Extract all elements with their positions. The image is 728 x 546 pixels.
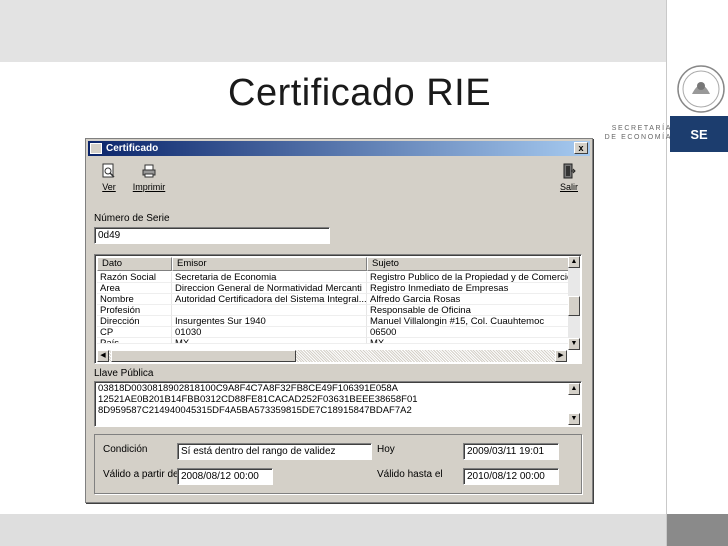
grid-cell: Manuel Villalongin #15, Col. Cuauhtemoc <box>367 316 572 327</box>
public-key-line: 8D959587C214940045315DF4A5BA573359815DE7… <box>98 405 412 416</box>
salir-label: Salir <box>559 182 578 192</box>
ver-button[interactable]: Ver <box>92 163 126 203</box>
grid-cell: Razón Social <box>97 272 172 283</box>
grid-cell: 01030 <box>172 327 367 338</box>
scroll-down-icon[interactable]: ▼ <box>568 413 580 425</box>
grid-cell: CP <box>97 327 172 338</box>
public-key-textarea[interactable]: 03818D0030818902818100C9A8F4C7A8F32FB8CE… <box>94 381 582 427</box>
close-button[interactable]: x <box>574 142 588 154</box>
condition-label: Condición <box>103 444 148 455</box>
exit-door-icon <box>563 163 576 179</box>
valid-from-label: Válido a partir de <box>103 469 179 480</box>
scroll-thumb[interactable] <box>111 350 296 362</box>
grid-cell: Insurgentes Sur 1940 <box>172 316 367 327</box>
ver-label: Ver <box>102 182 116 192</box>
grid-cell: Secretaria de Economia <box>172 272 367 283</box>
table-row[interactable]: País MX MX <box>97 338 572 344</box>
window-title: Certificado <box>106 143 159 154</box>
certificate-data-grid[interactable]: Dato Emisor Sujeto Razón Social Secretar… <box>94 254 582 364</box>
condition-field: Sí está dentro del rango de validez <box>177 443 372 460</box>
imprimir-button[interactable]: Imprimir <box>132 163 166 203</box>
grid-header-emisor[interactable]: Emisor <box>172 257 367 271</box>
ministry-line-2: DE ECONOMÍA <box>604 134 672 141</box>
ministry-wordmark: SECRETARÍA DE ECONOMÍA <box>600 124 672 142</box>
ministry-line-1: SECRETARÍA <box>611 125 672 132</box>
scroll-thumb[interactable] <box>568 296 580 316</box>
grid-cell: Registro Inmediato de Empresas <box>367 283 572 294</box>
salir-button[interactable]: Salir <box>552 163 586 203</box>
today-label: Hoy <box>377 444 395 455</box>
national-seal-icon <box>677 65 725 113</box>
table-row[interactable]: Dirección Insurgentes Sur 1940 Manuel Vi… <box>97 316 572 327</box>
window-titlebar[interactable]: Certificado x <box>88 141 590 156</box>
public-key-label: Llave Pública <box>94 368 154 379</box>
grid-cell: MX <box>367 338 572 344</box>
top-band <box>0 0 666 62</box>
grid-cell: Area <box>97 283 172 294</box>
scroll-up-icon[interactable]: ▲ <box>568 383 580 395</box>
bottom-band-right <box>667 514 728 546</box>
table-row[interactable]: Area Direccion General de Normatividad M… <box>97 283 572 294</box>
certificate-window: Certificado x Ver Imprimir Salir Número … <box>85 138 593 503</box>
side-divider <box>666 0 667 546</box>
grid-cell: País <box>97 338 172 344</box>
scroll-left-icon[interactable]: ◀ <box>97 350 109 362</box>
grid-cell: Dirección <box>97 316 172 327</box>
serial-label: Número de Serie <box>94 213 170 224</box>
grid-header-dato[interactable]: Dato <box>97 257 172 271</box>
public-key-line: 12521AE0B201B14FBB0312CD88FE81CACAD252F0… <box>98 394 418 405</box>
grid-cell: MX <box>172 338 367 344</box>
grid-cell: Registro Publico de la Propiedad y de Co… <box>367 272 572 283</box>
grid-cell: Autoridad Certificadora del Sistema Inte… <box>172 294 367 305</box>
magnifier-page-icon <box>102 163 115 178</box>
grid-cell <box>172 305 367 316</box>
valid-until-field: 2010/08/12 00:00 <box>463 468 559 485</box>
public-key-line: 03818D0030818902818100C9A8F4C7A8F32FB8CE… <box>98 383 399 394</box>
valid-until-label: Válido hasta el <box>377 469 443 480</box>
scroll-up-icon[interactable]: ▲ <box>568 256 580 268</box>
table-row[interactable]: Nombre Autoridad Certificadora del Siste… <box>97 294 572 305</box>
scroll-down-icon[interactable]: ▼ <box>568 338 580 350</box>
grid-header-sujeto[interactable]: Sujeto <box>367 257 572 271</box>
bottom-band <box>0 514 666 546</box>
grid-cell: Profesión <box>97 305 172 316</box>
table-row[interactable]: CP 01030 06500 <box>97 327 572 338</box>
grid-vertical-scrollbar[interactable]: ▲ ▼ <box>568 256 580 350</box>
grid-header: Dato Emisor Sujeto <box>97 257 572 271</box>
grid-horizontal-scrollbar[interactable]: ◀ ▶ <box>97 350 567 362</box>
grid-cell: Alfredo Garcia Rosas <box>367 294 572 305</box>
table-row[interactable]: Profesión Responsable de Oficina <box>97 305 572 316</box>
validity-group: Condición Sí está dentro del rango de va… <box>94 434 582 494</box>
grid-cell: Nombre <box>97 294 172 305</box>
serial-field[interactable]: 0d49 <box>94 227 330 244</box>
window-app-icon <box>90 143 102 154</box>
today-field: 2009/03/11 19:01 <box>463 443 559 460</box>
slide-title: Certificado RIE <box>228 72 492 114</box>
imprimir-label: Imprimir <box>132 182 166 192</box>
table-row[interactable]: Razón Social Secretaria de Economia Regi… <box>97 272 572 283</box>
se-badge: SE <box>670 116 728 152</box>
grid-cell: Responsable de Oficina <box>367 305 572 316</box>
valid-from-field: 2008/08/12 00:00 <box>177 468 273 485</box>
grid-cell: Direccion General de Normatividad Mercan… <box>172 283 367 294</box>
grid-cell: 06500 <box>367 327 572 338</box>
printer-icon <box>142 164 156 178</box>
scroll-right-icon[interactable]: ▶ <box>555 350 567 362</box>
